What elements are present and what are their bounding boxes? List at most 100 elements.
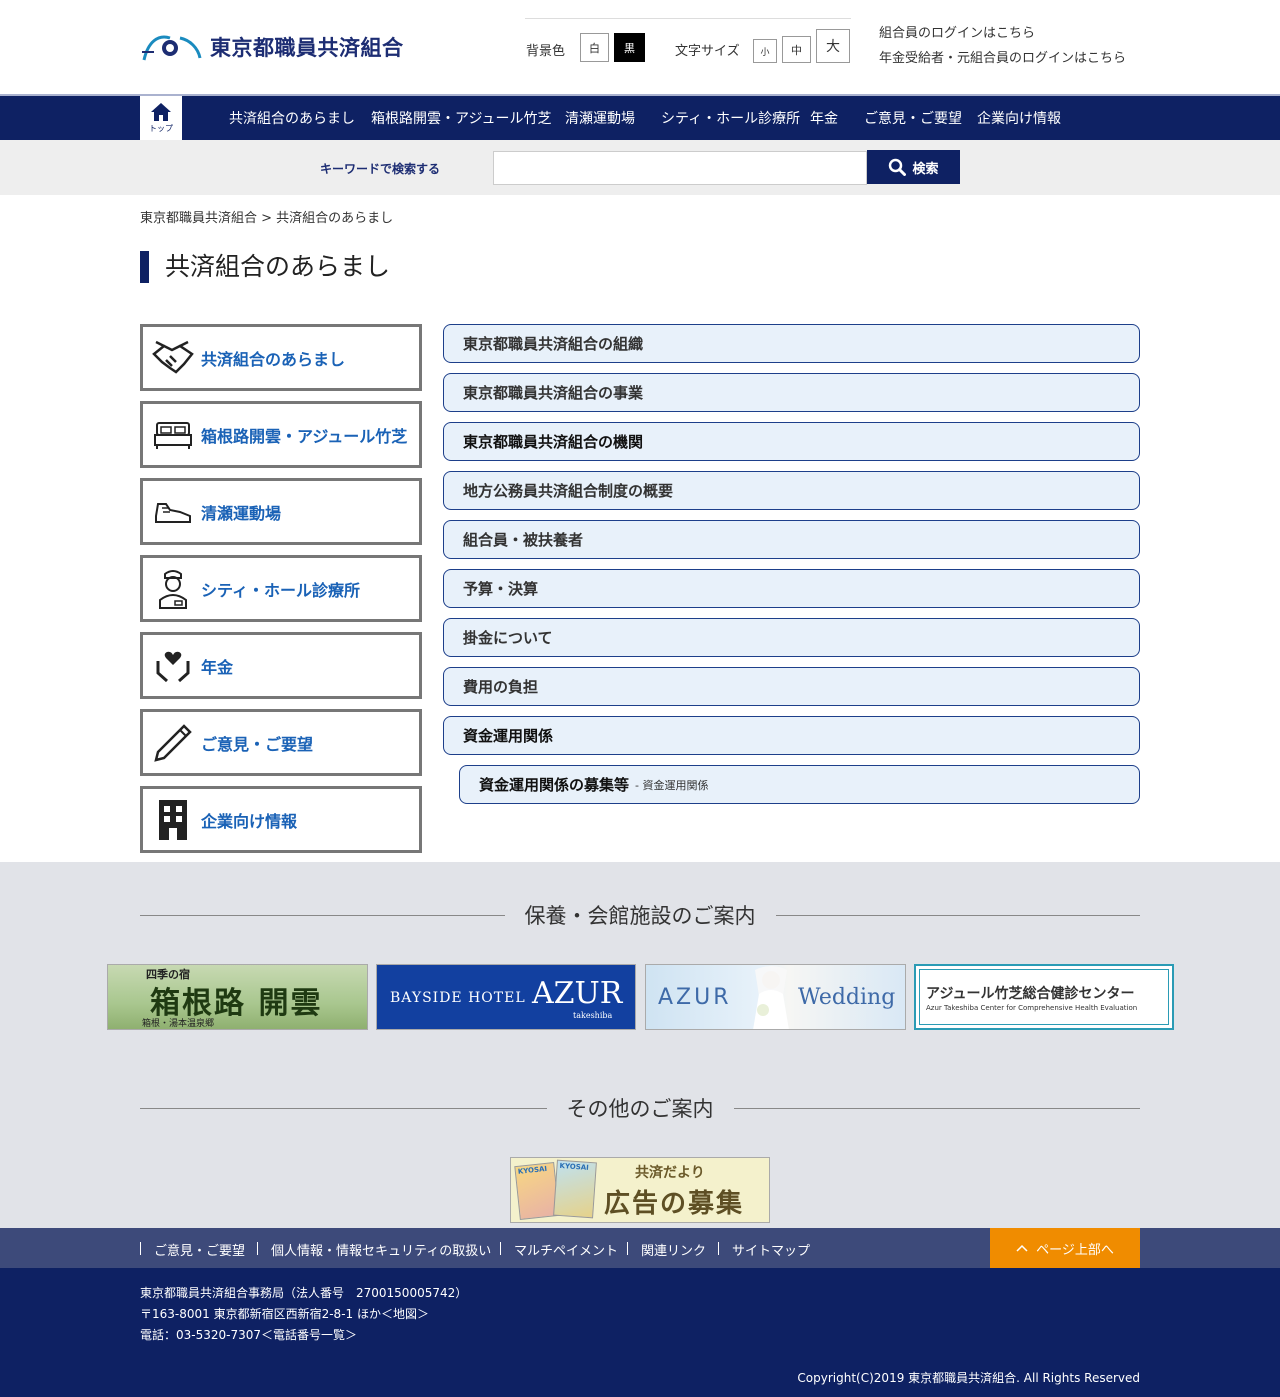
site-footer: 東京都職員共済組合事務局（法人番号 2700150005742） 〒163-80… [0, 1268, 1280, 1397]
side-item-business[interactable]: 企業向け情報 [140, 786, 422, 853]
bg-black-button[interactable]: 黒 [614, 33, 645, 62]
magazine-cover-2: KYOSAI [553, 1159, 597, 1219]
side-item-hotels[interactable]: 箱根路開雲・アジュール竹芝 [140, 401, 422, 468]
search-input[interactable] [493, 151, 867, 185]
footer-nav: ご意見・ご要望 個人情報・情報セキュリティの取扱い マルチペイメント 関連リンク… [0, 1228, 1280, 1268]
side-item-label: 箱根路開雲・アジュール竹芝 [201, 426, 408, 446]
footer-link-related[interactable]: 関連リンク [641, 1240, 706, 1259]
site-logo[interactable]: 東京都職員共済組合 [140, 28, 404, 66]
bride-illustration-icon [753, 966, 789, 1029]
list-item-label: 資金運用関係の募集等 [479, 776, 630, 794]
search-icon [889, 158, 907, 176]
banner-kaiun[interactable]: 四季の宿 箱根路 開雲 箱根・湯本温泉郷 [107, 964, 368, 1030]
banner-ad-recruitment[interactable]: KYOSAI KYOSAI 共済だより 広告の募集 [510, 1157, 770, 1223]
member-login-link[interactable]: 組合員のログインはこちら [879, 22, 1035, 41]
side-item-kiyose[interactable]: 清瀬運動場 [140, 478, 422, 545]
banner-health-center-sub: Azur Takeshiba Center for Comprehensive … [926, 1004, 1138, 1012]
font-medium-button[interactable]: 中 [782, 36, 811, 63]
list-item-category: - 資金運用関係 [635, 778, 709, 792]
banner-ad-main: 広告の募集 [604, 1189, 745, 1219]
list-item-business[interactable]: 東京都職員共済組合の事業 [443, 373, 1140, 412]
page-top-button[interactable]: ページ上部へ [990, 1228, 1140, 1268]
footer-office: 東京都職員共済組合事務局（法人番号 2700150005742） [140, 1286, 468, 1300]
font-large-button[interactable]: 大 [816, 29, 850, 63]
search-button[interactable]: 検索 [867, 150, 960, 184]
banner-azur-wedding-brand: AZUR [658, 985, 732, 1010]
footer-address[interactable]: 〒163-8001 東京都新宿区西新宿2-8-1 ほか＜地図＞ [140, 1305, 429, 1322]
chevron-up-icon [1016, 1244, 1028, 1252]
logo-text: 東京都職員共済組合 [210, 36, 404, 60]
list-item-fund-management[interactable]: 資金運用関係 [443, 716, 1140, 755]
nav-home-label: トップ [149, 124, 173, 133]
building-icon [151, 798, 195, 842]
logo-mark-icon [142, 35, 202, 61]
list-item-organization[interactable]: 東京都職員共済組合の組織 [443, 324, 1140, 363]
side-item-feedback[interactable]: ご意見・ご要望 [140, 709, 422, 776]
banner-azur-wedding-sub: Wedding [798, 985, 896, 1010]
pencil-icon [151, 721, 195, 765]
footer-phone[interactable]: 電話：03-5320-7307＜電話番号一覧＞ [140, 1326, 357, 1343]
page-title: 共済組合のあらまし [140, 251, 390, 283]
side-item-overview[interactable]: 共済組合のあらまし [140, 324, 422, 391]
side-item-label: 清瀬運動場 [201, 503, 282, 523]
side-item-pension[interactable]: 年金 [140, 632, 422, 699]
side-item-label: ご意見・ご要望 [201, 734, 314, 754]
font-small-button[interactable]: 小 [753, 39, 777, 63]
list-item-contributions[interactable]: 掛金について [443, 618, 1140, 657]
banner-ad-title: 共済だより [635, 1165, 705, 1181]
facilities-heading-text: 保養・会館施設のご案内 [524, 904, 756, 928]
facilities-heading: 保養・会館施設のご案内 [140, 900, 1140, 930]
nurse-icon [151, 567, 195, 611]
nav-home-button[interactable]: トップ [140, 96, 182, 140]
banner-health-center-title: アジュール竹芝総合健診センター [926, 986, 1135, 1002]
side-item-label: シティ・ホール診療所 [201, 580, 361, 600]
banner-azur-hotel-sub: takeshiba [573, 1011, 613, 1020]
site-header: 東京都職員共済組合 背景色 白 黒 文字サイズ 小 中 大 組合員のログインはこ… [0, 0, 1280, 94]
controls-divider [525, 18, 851, 19]
bg-color-label: 背景色 [526, 44, 566, 59]
others-heading-text: その他のご案内 [566, 1097, 714, 1121]
list-item-system-overview[interactable]: 地方公務員共済組合制度の概要 [443, 471, 1140, 510]
nav-item-clinic[interactable]: シティ・ホール診療所 [661, 108, 800, 128]
banner-health-center[interactable]: アジュール竹芝総合健診センター Azur Takeshiba Center fo… [914, 964, 1174, 1030]
banner-azur-hotel-name: BAYSIDE HOTEL [390, 990, 526, 1006]
nav-item-pension[interactable]: 年金 [810, 108, 838, 128]
list-item-budget[interactable]: 予算・決算 [443, 569, 1140, 608]
heart-hands-icon [151, 644, 195, 688]
list-item-cost-burden[interactable]: 費用の負担 [443, 667, 1140, 706]
list-item-fund-recruitment[interactable]: 資金運用関係の募集等 - 資金運用関係 [459, 765, 1140, 804]
footer-link-multipayment[interactable]: マルチペイメント [514, 1240, 618, 1259]
home-icon [151, 103, 171, 121]
bed-icon [151, 413, 195, 457]
handshake-icon [151, 336, 195, 380]
others-heading: その他のご案内 [140, 1093, 1140, 1123]
side-item-label: 企業向け情報 [201, 811, 298, 831]
banner-azur-hotel-brand: AZUR [532, 976, 623, 1011]
font-size-label: 文字サイズ [675, 44, 740, 59]
nav-item-hotels[interactable]: 箱根路開雲・アジュール竹芝 [371, 108, 551, 128]
copyright: Copyright(C)2019 東京都職員共済組合. All Rights R… [797, 1371, 1140, 1385]
nav-item-business[interactable]: 企業向け情報 [977, 108, 1061, 128]
banner-kaiun-bottom: 箱根・湯本温泉郷 [142, 1019, 215, 1029]
pension-login-link[interactable]: 年金受給者・元組合員のログインはこちら [879, 47, 1126, 66]
nav-item-kiyose[interactable]: 清瀬運動場 [565, 108, 635, 128]
search-bar: キーワードで検索する 検索 [0, 140, 1280, 195]
search-label: キーワードで検索する [320, 162, 441, 176]
banner-azur-hotel[interactable]: BAYSIDE HOTEL AZUR takeshiba [376, 964, 636, 1030]
list-item-bodies[interactable]: 東京都職員共済組合の機関 [443, 422, 1140, 461]
nav-item-feedback[interactable]: ご意見・ご要望 [864, 108, 962, 128]
search-button-label: 検索 [912, 160, 939, 176]
breadcrumb[interactable]: 東京都職員共済組合 > 共済組合のあらまし [140, 207, 393, 226]
list-item-members[interactable]: 組合員・被扶養者 [443, 520, 1140, 559]
side-item-clinic[interactable]: シティ・ホール診療所 [140, 555, 422, 622]
banner-azur-wedding[interactable]: AZUR Wedding [645, 964, 906, 1030]
side-item-label: 共済組合のあらまし [201, 349, 346, 369]
footer-link-sitemap[interactable]: サイトマップ [732, 1240, 810, 1259]
sneaker-icon [151, 490, 195, 534]
global-nav: トップ 共済組合のあらまし 箱根路開雲・アジュール竹芝 清瀬運動場 シティ・ホー… [0, 94, 1280, 140]
bg-white-button[interactable]: 白 [580, 33, 609, 62]
footer-link-privacy[interactable]: 個人情報・情報セキュリティの取扱い [271, 1240, 491, 1259]
page-top-label: ページ上部へ [1036, 1242, 1114, 1258]
nav-item-overview[interactable]: 共済組合のあらまし [229, 108, 355, 128]
footer-link-feedback[interactable]: ご意見・ご要望 [154, 1240, 245, 1259]
